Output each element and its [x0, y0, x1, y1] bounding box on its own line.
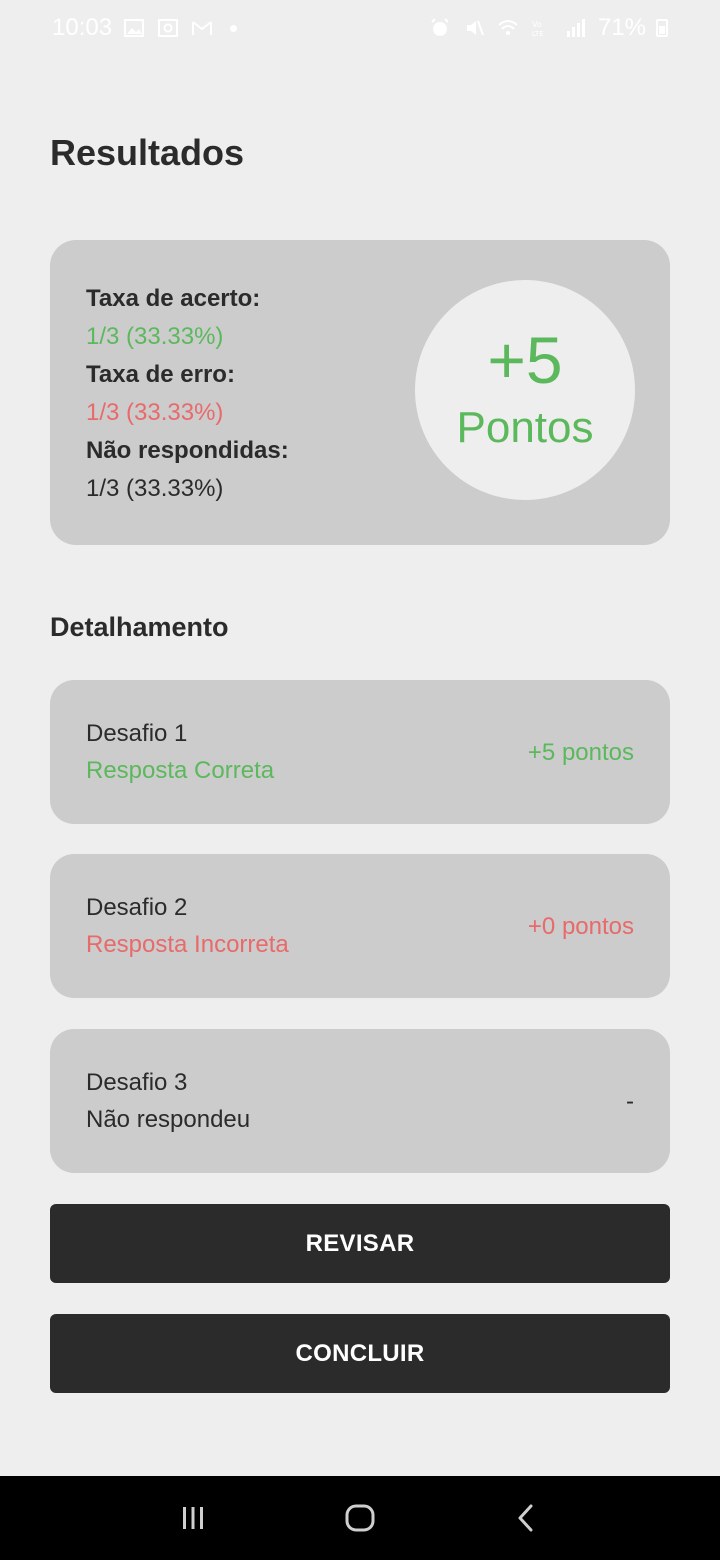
home-icon[interactable]: [330, 1488, 390, 1548]
battery-percentage: 71%: [597, 14, 646, 41]
image-icon: [122, 16, 146, 40]
challenge-status: Resposta Correta: [86, 757, 275, 784]
challenge-card: Desafio 3 Não respondeu -: [50, 1029, 670, 1173]
error-rate-value: 1/3 (33.33%): [86, 399, 224, 426]
volte-icon: Vo LTE: [530, 16, 554, 40]
results-screen: 10:03 Vo LTE 71% Resultados Taxa de acer…: [0, 0, 720, 1560]
correct-rate-value: 1/3 (33.33%): [86, 323, 224, 350]
unanswered-value: 1/3 (33.33%): [86, 475, 224, 502]
notification-dot-icon: [230, 24, 238, 32]
error-rate-label: Taxa de erro:: [86, 361, 235, 388]
status-time: 10:03: [52, 14, 113, 41]
correct-rate-label: Taxa de acerto:: [86, 285, 261, 312]
challenge-card: Desafio 2 Resposta Incorreta +0 pontos: [50, 854, 670, 998]
status-bar: 10:03 Vo LTE 71%: [0, 0, 720, 56]
summary-card: Taxa de acerto: 1/3 (33.33%) Taxa de err…: [50, 240, 670, 545]
challenge-name: Desafio 3: [86, 1069, 188, 1096]
signal-icon: [564, 16, 588, 40]
stats-list: Taxa de acerto: 1/3 (33.33%) Taxa de err…: [86, 280, 289, 508]
svg-text:Vo: Vo: [532, 20, 542, 29]
score-circle: +5 Pontos: [415, 280, 635, 500]
status-bar-left: 10:03: [52, 14, 238, 42]
back-icon[interactable]: [497, 1488, 557, 1548]
challenge-points: +5 pontos: [527, 739, 634, 766]
challenge-points: +0 pontos: [527, 913, 634, 940]
page-title: Resultados: [50, 132, 245, 173]
challenge-name: Desafio 2: [86, 894, 188, 921]
challenge-card: Desafio 1 Resposta Correta +5 pontos: [50, 680, 670, 824]
wifi-icon: [496, 16, 520, 40]
gmail-icon: [190, 16, 214, 40]
recent-apps-icon[interactable]: [163, 1488, 223, 1548]
finish-button[interactable]: CONCLUIR: [50, 1314, 670, 1393]
challenge-status: Não respondeu: [86, 1106, 251, 1133]
alarm-icon: [428, 16, 452, 40]
challenge-status: Resposta Incorreta: [86, 931, 289, 958]
mute-icon: [462, 16, 486, 40]
photo-frame-icon: [156, 16, 180, 40]
score-value: +5: [487, 323, 563, 397]
challenge-name: Desafio 1: [86, 720, 188, 747]
status-bar-right: Vo LTE 71%: [428, 14, 668, 42]
review-button[interactable]: REVISAR: [50, 1204, 670, 1283]
unanswered-label: Não respondidas:: [86, 437, 289, 464]
navigation-bar: [0, 1476, 720, 1560]
svg-text:LTE: LTE: [532, 30, 544, 38]
challenge-points: -: [626, 1088, 634, 1115]
score-unit: Pontos: [456, 403, 594, 452]
details-title: Detalhamento: [50, 612, 229, 642]
battery-icon: [656, 19, 668, 37]
